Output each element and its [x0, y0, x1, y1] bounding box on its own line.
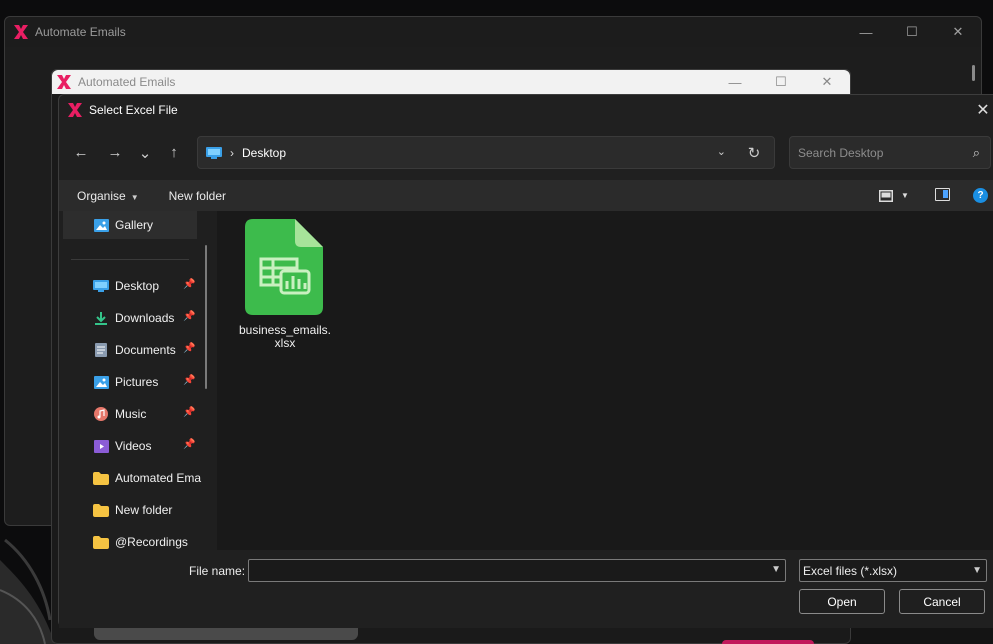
select-excel-file-dialog: Select Excel File ✕ ← → ⌄ ↑ › Desktop ⌄ … [58, 94, 993, 628]
close-button[interactable]: ✕ [804, 70, 850, 94]
nav-item-label: Gallery [115, 218, 154, 232]
nav-item-desktop[interactable]: Desktop 📌 [59, 272, 209, 300]
scrollbar[interactable] [972, 65, 975, 81]
nav-item-label: New folder [115, 503, 173, 517]
command-bar: Organise ▼ New folder ▼ ? [59, 180, 993, 211]
nav-item-label: Desktop [115, 279, 160, 293]
nav-item-recordings-folder[interactable]: @Recordings [59, 528, 209, 550]
gallery-icon [93, 218, 109, 232]
navigation-pane: Gallery Desktop 📌 Downloads 📌 Documents … [59, 211, 217, 550]
cancel-button[interactable]: Cancel [899, 589, 985, 614]
view-icon [879, 189, 893, 202]
caret-down-icon: ▼ [901, 191, 909, 200]
address-dropdown-chevron-icon[interactable]: ⌄ [717, 145, 726, 158]
download-icon [93, 311, 109, 325]
file-name-line1: business_emails. [238, 323, 332, 337]
pin-icon: 📌 [183, 375, 196, 386]
nav-item-label: Videos [115, 439, 152, 453]
nav-item-downloads[interactable]: Downloads 📌 [59, 304, 209, 332]
pin-icon: 📌 [183, 279, 196, 290]
folder-icon [93, 471, 109, 485]
window-title: Automated Emails [78, 75, 176, 89]
chevron-down-icon[interactable]: ▼ [771, 564, 781, 575]
breadcrumb-separator: › [230, 145, 234, 160]
file-list: business_emails. xlsx [217, 211, 993, 550]
search-placeholder: Search Desktop [798, 145, 884, 160]
nav-item-label: Music [115, 407, 147, 421]
recent-locations-chevron-icon[interactable]: ⌄ [131, 137, 159, 169]
nav-item-label: Downloads [115, 311, 175, 325]
accent-button-edge[interactable] [722, 640, 814, 644]
dialog-title-bar: Select Excel File [59, 95, 993, 125]
refresh-icon[interactable]: ↻ [734, 137, 774, 168]
open-button[interactable]: Open [799, 589, 885, 614]
file-name-input[interactable]: ▼ [248, 559, 786, 582]
nav-item-label: Documents [115, 343, 176, 357]
chevron-down-icon: ▼ [972, 565, 982, 576]
app-logo-icon [14, 25, 28, 39]
up-arrow-icon[interactable]: ↑ [159, 137, 189, 169]
search-input[interactable]: Search Desktop ⌕ [789, 136, 991, 169]
desktop-icon [206, 146, 222, 159]
change-view-button[interactable]: ▼ [879, 186, 909, 205]
dialog-footer: File name: ▼ Excel files (*.xlsx) ▼ Open… [59, 550, 993, 628]
nav-item-automated-emails-folder[interactable]: Automated Ema [59, 464, 217, 492]
picture-icon [93, 375, 109, 389]
navigation-bar: ← → ⌄ ↑ › Desktop ⌄ ↻ Search Desktop ⌕ [59, 125, 993, 180]
dialog-title: Select Excel File [89, 103, 178, 117]
caret-down-icon: ▼ [130, 192, 139, 202]
app-logo-icon [68, 103, 82, 117]
video-icon [93, 439, 109, 453]
folder-icon [93, 503, 109, 517]
file-type-value: Excel files (*.xlsx) [803, 563, 898, 578]
pin-icon: 📌 [183, 343, 196, 354]
organise-button[interactable]: Organise ▼ [77, 189, 139, 203]
minimize-button[interactable]: — [843, 17, 889, 47]
maximize-button[interactable]: ☐ [758, 70, 804, 94]
pin-icon: 📌 [183, 407, 196, 418]
document-icon [93, 343, 109, 357]
nav-item-music[interactable]: Music 📌 [59, 400, 209, 428]
address-bar[interactable]: › Desktop ⌄ ↻ [197, 136, 775, 169]
maximize-button[interactable]: ☐ [889, 17, 935, 47]
back-arrow-icon[interactable]: ← [65, 137, 97, 169]
nav-pane-scrollbar[interactable] [205, 245, 207, 389]
file-name-label: File name: [189, 564, 246, 578]
dialog-close-button[interactable]: ✕ [973, 95, 993, 125]
nav-item-videos[interactable]: Videos 📌 [59, 432, 209, 460]
file-name: business_emails. xlsx [237, 324, 333, 350]
window-controls: — ☐ ✕ [712, 70, 850, 94]
nav-divider [71, 259, 189, 260]
file-item[interactable]: business_emails. xlsx [237, 219, 333, 350]
desktop-icon [93, 279, 109, 293]
minimize-button[interactable]: — [712, 70, 758, 94]
nav-item-documents[interactable]: Documents 📌 [59, 336, 209, 364]
organise-label: Organise [77, 188, 126, 203]
nav-item-label: @Recordings [115, 535, 188, 549]
pin-icon: 📌 [183, 311, 196, 322]
search-icon[interactable]: ⌕ [973, 145, 980, 161]
title-bar: Automate Emails [5, 17, 981, 47]
nav-item-new-folder[interactable]: New folder [59, 496, 209, 524]
pin-icon: 📌 [183, 439, 196, 450]
forward-arrow-icon[interactable]: → [99, 137, 131, 169]
breadcrumb-location[interactable]: Desktop [242, 146, 286, 160]
nav-item-label: Automated Ema [115, 471, 202, 485]
new-folder-button[interactable]: New folder [169, 189, 226, 203]
preview-pane-icon[interactable] [935, 188, 950, 201]
excel-file-icon [245, 219, 323, 315]
window-title: Automate Emails [35, 25, 126, 39]
file-type-select[interactable]: Excel files (*.xlsx) ▼ [799, 559, 987, 582]
close-button[interactable]: ✕ [935, 17, 981, 47]
nav-item-label: Pictures [115, 375, 159, 389]
app-logo-icon [57, 75, 71, 89]
file-name-line2: xlsx [274, 336, 296, 350]
nav-item-pictures[interactable]: Pictures 📌 [59, 368, 209, 396]
folder-icon [93, 535, 109, 549]
nav-item-gallery[interactable]: Gallery [63, 211, 197, 239]
help-icon[interactable]: ? [973, 188, 988, 203]
window-controls: — ☐ ✕ [843, 17, 981, 47]
music-icon [93, 407, 109, 421]
